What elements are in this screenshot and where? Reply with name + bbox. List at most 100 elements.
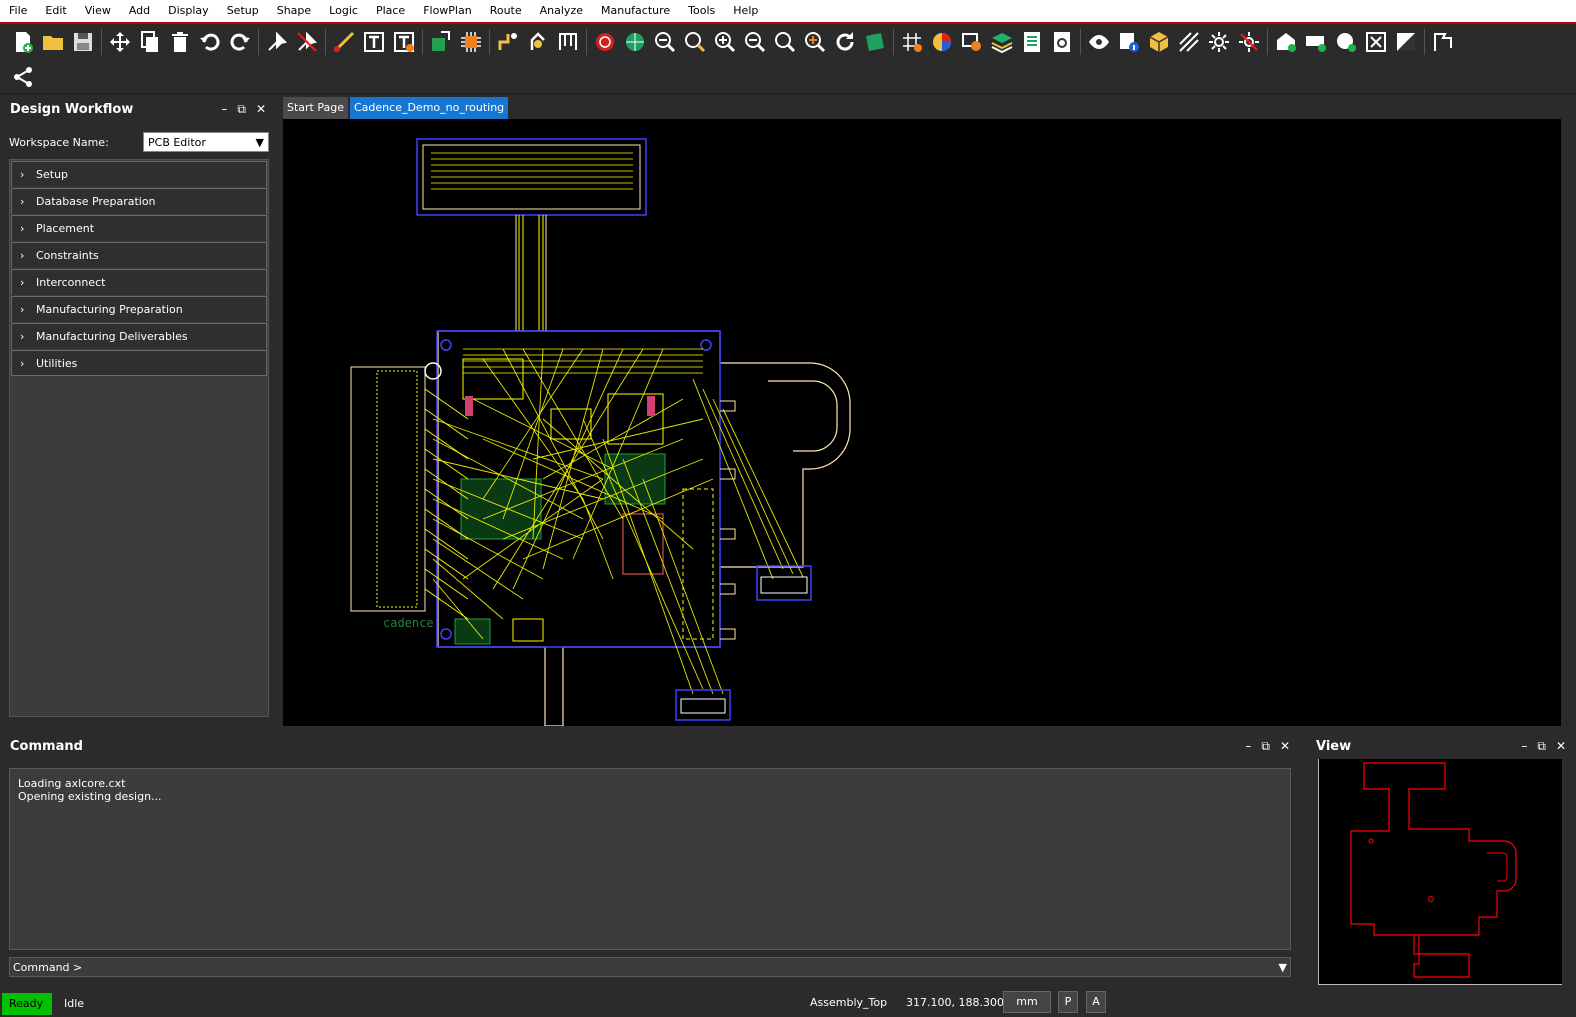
menu-flowplan[interactable]: FlowPlan bbox=[414, 0, 481, 22]
add-connect-icon[interactable] bbox=[329, 27, 359, 57]
grid-icon[interactable] bbox=[897, 27, 927, 57]
bus-icon[interactable] bbox=[553, 27, 583, 57]
text-edit-icon[interactable] bbox=[389, 27, 419, 57]
workflow-item-constraints[interactable]: › Constraints bbox=[11, 242, 267, 268]
settings-icon[interactable] bbox=[1047, 27, 1077, 57]
new-icon[interactable] bbox=[8, 27, 38, 57]
stack-icon[interactable] bbox=[987, 27, 1017, 57]
zoom-center-icon[interactable] bbox=[800, 27, 830, 57]
menu-shape[interactable]: Shape bbox=[268, 0, 320, 22]
select-icon[interactable] bbox=[1361, 27, 1391, 57]
restore-icon[interactable]: ⧉ bbox=[237, 102, 246, 117]
workflow-item-manufacturing-preparation[interactable]: › Manufacturing Preparation bbox=[11, 296, 267, 322]
close-icon[interactable]: ✕ bbox=[1556, 739, 1566, 754]
shape-add-icon[interactable] bbox=[1271, 27, 1301, 57]
color-icon[interactable] bbox=[927, 27, 957, 57]
component bbox=[462, 358, 524, 400]
board-icon[interactable] bbox=[860, 27, 890, 57]
menu-tools[interactable]: Tools bbox=[679, 0, 724, 22]
tab-cadence-demo[interactable]: Cadence_Demo_no_routing bbox=[350, 97, 509, 119]
menu-edit[interactable]: Edit bbox=[36, 0, 75, 22]
redraw-icon[interactable] bbox=[830, 27, 860, 57]
pcb-drawing: cadence bbox=[350, 138, 851, 726]
share-icon[interactable] bbox=[8, 62, 38, 92]
menu-logic[interactable]: Logic bbox=[320, 0, 367, 22]
save-icon[interactable] bbox=[68, 27, 98, 57]
workflow-item-placement[interactable]: › Placement bbox=[11, 215, 267, 241]
workflow-item-utilities[interactable]: › Utilities bbox=[11, 350, 267, 376]
pin-icon[interactable] bbox=[262, 27, 292, 57]
view-panel: View – ⧉ ✕ bbox=[1306, 733, 1576, 988]
chevron-down-icon[interactable]: ▼ bbox=[1279, 961, 1287, 974]
workflow-item-label: Constraints bbox=[36, 249, 99, 262]
copy-icon[interactable] bbox=[135, 27, 165, 57]
workflow-item-database-preparation[interactable]: › Database Preparation bbox=[11, 188, 267, 214]
zoom-in-icon[interactable] bbox=[710, 27, 740, 57]
undo-icon[interactable] bbox=[195, 27, 225, 57]
command-input[interactable]: Command > ▼ bbox=[9, 957, 1291, 977]
workflow-item-manufacturing-deliverables[interactable]: › Manufacturing Deliverables bbox=[11, 323, 267, 349]
vertical-scrollbar[interactable] bbox=[1561, 96, 1576, 726]
text-icon[interactable] bbox=[359, 27, 389, 57]
unpin-icon[interactable] bbox=[292, 27, 322, 57]
restore-icon[interactable]: ⧉ bbox=[1537, 739, 1546, 754]
zoom-world-icon[interactable] bbox=[770, 27, 800, 57]
status-active-layer[interactable]: Assembly_Top bbox=[810, 996, 887, 1009]
chevron-right-icon: › bbox=[20, 356, 25, 370]
minimize-icon[interactable]: – bbox=[1521, 739, 1527, 754]
menu-route[interactable]: Route bbox=[481, 0, 531, 22]
move-icon[interactable] bbox=[105, 27, 135, 57]
layers-icon[interactable] bbox=[957, 27, 987, 57]
delete-icon[interactable] bbox=[165, 27, 195, 57]
workflow-item-setup[interactable]: › Setup bbox=[11, 161, 267, 187]
dehighlight-icon[interactable] bbox=[1234, 27, 1264, 57]
info-icon[interactable] bbox=[1114, 27, 1144, 57]
zoom-fit-icon[interactable] bbox=[650, 27, 680, 57]
spread-icon[interactable] bbox=[523, 27, 553, 57]
zoom-window-icon[interactable] bbox=[680, 27, 710, 57]
menu-manufacture[interactable]: Manufacture bbox=[592, 0, 679, 22]
restore-icon[interactable]: ⧉ bbox=[1261, 739, 1270, 754]
chip-icon[interactable] bbox=[456, 27, 486, 57]
drc-icon[interactable] bbox=[590, 27, 620, 57]
3d-icon[interactable] bbox=[1144, 27, 1174, 57]
status-a-button[interactable]: A bbox=[1086, 991, 1106, 1013]
zoom-out-icon[interactable] bbox=[740, 27, 770, 57]
status-coordinates: 317.100, 188.300 bbox=[906, 996, 1004, 1009]
shadow-icon[interactable] bbox=[1174, 27, 1204, 57]
menu-view[interactable]: View bbox=[76, 0, 120, 22]
rect-add-icon[interactable] bbox=[1301, 27, 1331, 57]
status-p-button[interactable]: P bbox=[1058, 991, 1078, 1013]
world-view-drawing bbox=[1350, 762, 1517, 978]
redo-icon[interactable] bbox=[225, 27, 255, 57]
close-icon[interactable]: ✕ bbox=[1280, 739, 1290, 754]
menu-display[interactable]: Display bbox=[159, 0, 218, 22]
open-icon[interactable] bbox=[38, 27, 68, 57]
close-icon[interactable]: ✕ bbox=[256, 102, 266, 117]
tab-start-page[interactable]: Start Page bbox=[283, 97, 348, 119]
menu-place[interactable]: Place bbox=[367, 0, 414, 22]
minimize-icon[interactable]: – bbox=[1245, 739, 1251, 754]
toolbar-separator bbox=[258, 29, 259, 55]
flag-icon[interactable] bbox=[1428, 27, 1458, 57]
placement-icon[interactable] bbox=[426, 27, 456, 57]
globe-icon[interactable] bbox=[620, 27, 650, 57]
menu-help[interactable]: Help bbox=[724, 0, 767, 22]
visibility-icon[interactable] bbox=[1084, 27, 1114, 57]
status-units-button[interactable]: mm bbox=[1003, 991, 1051, 1013]
void-icon[interactable] bbox=[1391, 27, 1421, 57]
highlight-icon[interactable] bbox=[1204, 27, 1234, 57]
minimize-icon[interactable]: – bbox=[221, 102, 227, 117]
workspace-select[interactable]: PCB Editor ▼ bbox=[143, 132, 269, 152]
menu-analyze[interactable]: Analyze bbox=[531, 0, 592, 22]
design-canvas[interactable]: cadence bbox=[283, 119, 1561, 726]
panel-title: Design Workflow bbox=[10, 101, 134, 117]
workflow-item-interconnect[interactable]: › Interconnect bbox=[11, 269, 267, 295]
menu-file[interactable]: File bbox=[0, 0, 36, 22]
menu-setup[interactable]: Setup bbox=[218, 0, 268, 22]
menu-add[interactable]: Add bbox=[120, 0, 159, 22]
report-icon[interactable] bbox=[1017, 27, 1047, 57]
circle-add-icon[interactable] bbox=[1331, 27, 1361, 57]
slide-icon[interactable] bbox=[493, 27, 523, 57]
world-view-canvas[interactable] bbox=[1318, 759, 1562, 985]
